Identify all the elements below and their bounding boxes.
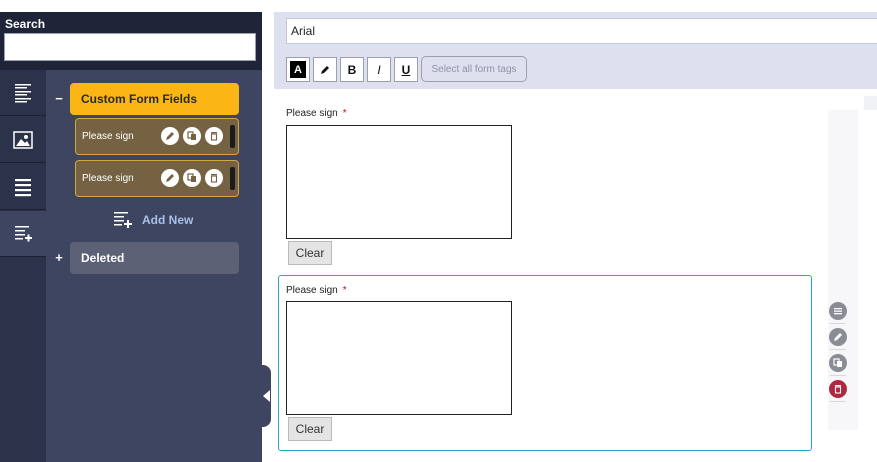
deleted-group-toggle[interactable]: + (53, 250, 65, 265)
icon-rail (0, 70, 46, 462)
field-item-label: Please sign (82, 173, 134, 184)
text-color-button[interactable]: A (286, 57, 310, 82)
signature-field[interactable]: Please sign * Clear (274, 100, 794, 270)
drag-handle[interactable] (230, 167, 235, 190)
left-panel: Search − Custom Form Fields Please sign … (0, 12, 262, 462)
signature-label: Please sign * (286, 108, 347, 119)
highlight-button[interactable] (313, 57, 337, 82)
chevron-left-icon (263, 390, 270, 402)
clear-button[interactable]: Clear (288, 241, 332, 265)
select-all-tags-button[interactable]: Select all form tags (421, 56, 527, 82)
signature-pad[interactable] (286, 125, 512, 239)
divider (830, 401, 846, 402)
rail-button-image[interactable] (0, 117, 46, 163)
search-input[interactable] (4, 33, 256, 61)
italic-button[interactable]: I (367, 57, 391, 82)
search-label: Search (5, 17, 46, 31)
signature-label: Please sign * (286, 285, 347, 296)
custom-form-fields-header[interactable]: Custom Form Fields (70, 83, 239, 115)
add-field-icon (114, 212, 132, 228)
add-field-icon (15, 225, 32, 241)
required-marker: * (342, 108, 347, 119)
bold-button[interactable]: B (340, 57, 364, 82)
image-icon (13, 130, 33, 149)
deleted-header[interactable]: Deleted (70, 242, 239, 274)
rail-button-custom-fields[interactable] (0, 211, 46, 257)
font-family-select[interactable]: Arial (286, 18, 877, 44)
clear-button[interactable]: Clear (288, 417, 332, 441)
custom-form-fields-label: Custom Form Fields (81, 92, 198, 106)
rail-button-text[interactable] (0, 164, 46, 210)
search-area: Search (0, 12, 262, 70)
add-new-button[interactable]: Add New (112, 210, 193, 230)
copy-icon[interactable] (183, 127, 201, 145)
edit-icon[interactable] (829, 328, 847, 346)
signature-pad[interactable] (286, 301, 512, 415)
text-align-icon (15, 178, 31, 196)
pen-icon (321, 65, 329, 74)
drag-handle[interactable] (230, 125, 235, 148)
field-item-label: Please sign (82, 131, 134, 142)
divider (830, 349, 846, 350)
add-new-label: Add New (142, 213, 194, 227)
trash-icon[interactable] (829, 380, 847, 398)
edit-icon[interactable] (161, 127, 179, 145)
divider (830, 323, 846, 324)
collapse-panel-button[interactable] (262, 365, 271, 427)
list-lines-icon (15, 83, 31, 102)
copy-icon[interactable] (829, 354, 847, 372)
format-toolbar: Arial A B I U Select all form tags (274, 12, 877, 89)
copy-icon[interactable] (183, 169, 201, 187)
sidebar-field-item[interactable]: Please sign (75, 160, 239, 197)
edit-icon[interactable] (161, 169, 179, 187)
custom-group-toggle[interactable]: − (53, 91, 65, 106)
trash-icon[interactable] (205, 169, 223, 187)
required-marker: * (342, 285, 347, 296)
rail-button-fields[interactable] (0, 70, 46, 116)
underline-button[interactable]: U (394, 57, 418, 82)
trash-icon[interactable] (205, 127, 223, 145)
deleted-label: Deleted (81, 251, 125, 265)
properties-icon[interactable] (829, 302, 847, 320)
form-header-strip (864, 96, 877, 110)
text-color-swatch: A (290, 61, 306, 78)
sidebar-field-item[interactable]: Please sign (75, 118, 239, 155)
divider (830, 375, 846, 376)
signature-field-selected[interactable]: Please sign * Clear (278, 275, 812, 451)
